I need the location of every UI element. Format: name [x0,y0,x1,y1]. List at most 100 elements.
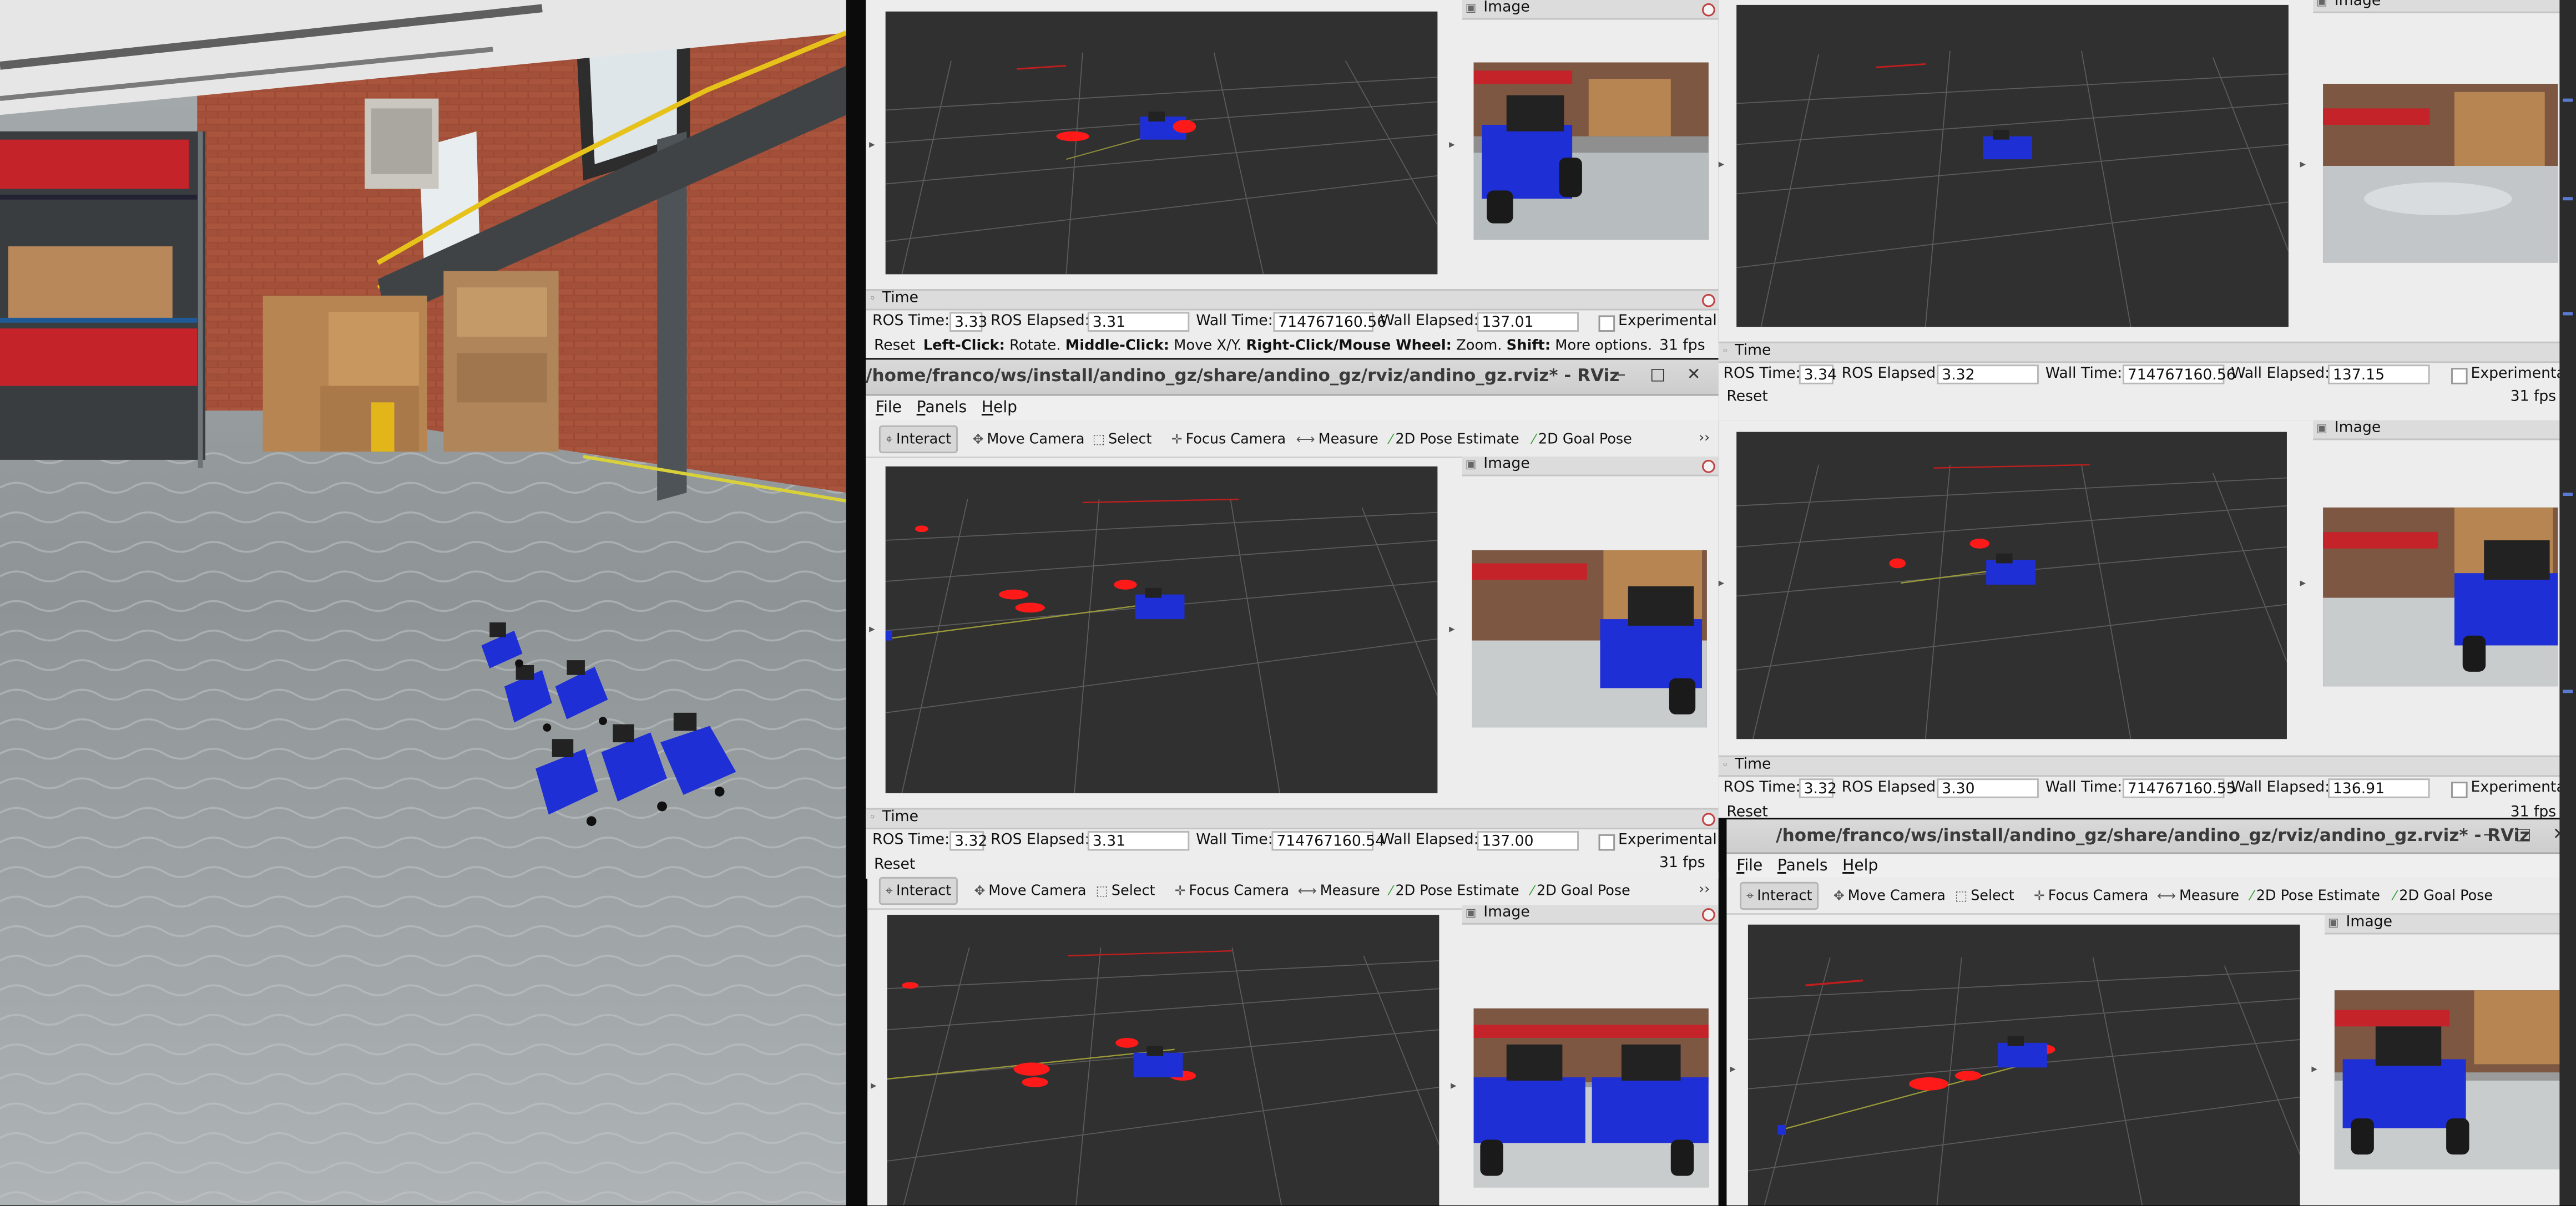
camera-image [2334,990,2570,1169]
ros-elapsed-field[interactable]: 3.30 [1937,778,2039,798]
menu-file[interactable]: File [876,399,902,417]
overflow-chevron-icon[interactable]: ›› [1699,430,1710,447]
tool-2d-pose-estimate[interactable]: ⁄ 2D Pose Estimate [1385,879,1524,903]
menu-file[interactable]: File [1736,857,1762,875]
tool-2d-goal-pose[interactable]: ⁄ 2D Goal Pose [2388,884,2498,908]
minimize-icon[interactable]: – [2476,824,2498,847]
menu-help[interactable]: Help [1842,857,1878,875]
edge-mark [2563,98,2573,102]
close-icon[interactable]: ✕ [1683,364,1705,387]
right-dock-arrow-icon[interactable]: ▸ [2300,158,2306,171]
panel-close-icon[interactable] [1702,459,1715,473]
overflow-chevron-icon[interactable]: ›› [1699,882,1710,899]
ros-time-field[interactable]: 3.33 [949,312,987,332]
reset-button[interactable]: Reset [1726,805,1767,818]
tool-select[interactable]: ⬚ Select [1088,427,1157,452]
right-dock-arrow-icon[interactable]: ▸ [2311,1062,2317,1076]
right-dock-arrow-icon[interactable]: ▸ [1449,622,1454,636]
time-panel-title: Time [882,290,918,307]
wall-time-field[interactable]: 714767160.54 [1271,830,1385,851]
tool-measure[interactable]: ⟷ Measure [1291,427,1383,452]
maximize-icon[interactable]: □ [1646,364,1669,387]
image-panel: ▣ Image [2313,0,2576,337]
panel-grip-icon: ▣ [2327,916,2339,930]
rviz-3d-viewport[interactable] [1736,4,2289,327]
menu-help[interactable]: Help [982,399,1017,417]
tool-focus-camera[interactable]: ✛ Focus Camera [1170,879,1294,903]
time-row: ROS Time: 3.32 ROS Elapsed: 3.30 Wall Ti… [1719,777,2576,803]
wall-time-field[interactable]: 714767160.56 [2122,364,2236,384]
right-dock-arrow-icon[interactable]: ▸ [1449,138,1454,151]
right-dock-arrow-icon[interactable]: ▸ [2300,576,2306,590]
menu-panels[interactable]: Panels [917,399,967,417]
tool-2d-pose-estimate[interactable]: ⁄ 2D Pose Estimate [1385,427,1524,452]
tool-measure[interactable]: ⟷ Measure [1293,879,1385,903]
experimental-checkbox[interactable] [2451,782,2468,798]
tool-2d-goal-pose[interactable]: ⁄ 2D Goal Pose [1528,427,1636,452]
minimize-icon[interactable]: – [1610,364,1633,387]
tool-select[interactable]: ⬚ Select [1091,879,1160,903]
tool-interact[interactable]: ⌖ Interact [878,425,958,454]
gazebo-3d-scene[interactable] [0,0,846,1205]
tool-label: 2D Goal Pose [1538,432,1632,449]
menu-panels[interactable]: Panels [1777,857,1828,875]
image-panel-header: ▣ Image [2313,0,2576,13]
ros-elapsed-field[interactable]: 3.31 [1087,830,1190,851]
tool-select[interactable]: ⬚ Select [1950,884,2019,908]
ros-time-field[interactable]: 3.34 [1799,364,1837,384]
cursor-icon: ⌖ [885,432,893,447]
left-dock-arrow-icon[interactable]: ▸ [869,138,875,151]
ros-elapsed-field[interactable]: 3.32 [1937,364,2039,384]
panel-close-icon[interactable] [1702,908,1715,921]
rviz-3d-viewport[interactable] [1747,924,2300,1205]
tool-focus-camera[interactable]: ✛ Focus Camera [2029,884,2153,908]
hint-text: Rotate. [1004,338,1065,355]
ros-time-field[interactable]: 3.32 [949,830,987,851]
tool-interact[interactable]: ⌖ Interact [1740,881,1819,910]
left-dock-arrow-icon[interactable]: ▸ [1719,576,1724,590]
tool-interact[interactable]: ⌖ Interact [878,876,958,905]
rviz-3d-viewport[interactable] [885,11,1438,275]
tool-2d-goal-pose[interactable]: ⁄ 2D Goal Pose [1526,879,1635,903]
tool-focus-camera[interactable]: ✛ Focus Camera [1166,427,1291,452]
wall-time-field[interactable]: 714767160.55 [2122,778,2236,798]
tool-move-camera[interactable]: ✥ Move Camera [1829,884,1951,908]
image-panel-header: ▣ Image [1462,457,1719,477]
left-dock-arrow-icon[interactable]: ▸ [1719,158,1724,171]
tool-move-camera[interactable]: ✥ Move Camera [968,427,1090,452]
reset-button[interactable]: Reset [874,857,915,874]
rviz-3d-viewport[interactable] [887,914,1439,1205]
rviz-3d-viewport[interactable] [885,466,1438,793]
select-icon: ⬚ [1092,432,1105,447]
wall-time-field[interactable]: 714767160.56 [1273,312,1386,332]
goal-pose-icon: ⁄ [2393,888,2396,904]
camera-image [1473,1008,1709,1188]
panel-close-icon[interactable] [1702,293,1715,307]
wall-elapsed-field[interactable]: 137.15 [2327,364,2430,384]
maximize-icon[interactable]: □ [2512,824,2535,847]
rviz-window-bottom-right: /home/franco/ws/install/andino_gz/share/… [1726,819,2576,1205]
reset-button[interactable]: Reset [1726,389,1767,406]
panel-close-icon[interactable] [1702,813,1715,827]
experimental-checkbox[interactable] [1598,315,1615,332]
tool-2d-pose-estimate[interactable]: ⁄ 2D Pose Estimate [2246,884,2385,908]
experimental-checkbox[interactable] [1598,834,1615,851]
panel-close-icon[interactable] [1702,3,1715,17]
rviz-3d-viewport[interactable] [1736,432,2287,739]
ros-elapsed-field[interactable]: 3.31 [1087,312,1190,332]
reset-button[interactable]: Reset [874,338,915,355]
tool-move-camera[interactable]: ✥ Move Camera [969,879,1092,903]
wall-elapsed-field[interactable]: 137.00 [1477,830,1579,851]
window-titlebar[interactable]: /home/franco/ws/install/andino_gz/share/… [866,359,1719,396]
tool-measure[interactable]: ⟷ Measure [2152,884,2244,908]
time-panel-title: Time [882,809,918,827]
left-dock-arrow-icon[interactable]: ▸ [1730,1062,1735,1076]
left-dock-arrow-icon[interactable]: ▸ [869,622,875,636]
left-dock-arrow-icon[interactable]: ▸ [871,1079,876,1092]
wall-elapsed-field[interactable]: 136.91 [2327,778,2430,798]
wall-elapsed-field[interactable]: 137.01 [1477,312,1579,332]
ros-time-field[interactable]: 3.32 [1799,778,1837,798]
experimental-checkbox[interactable] [2451,368,2468,384]
right-dock-arrow-icon[interactable]: ▸ [1451,1079,1456,1092]
window-titlebar[interactable]: /home/franco/ws/install/andino_gz/share/… [1726,819,2576,854]
